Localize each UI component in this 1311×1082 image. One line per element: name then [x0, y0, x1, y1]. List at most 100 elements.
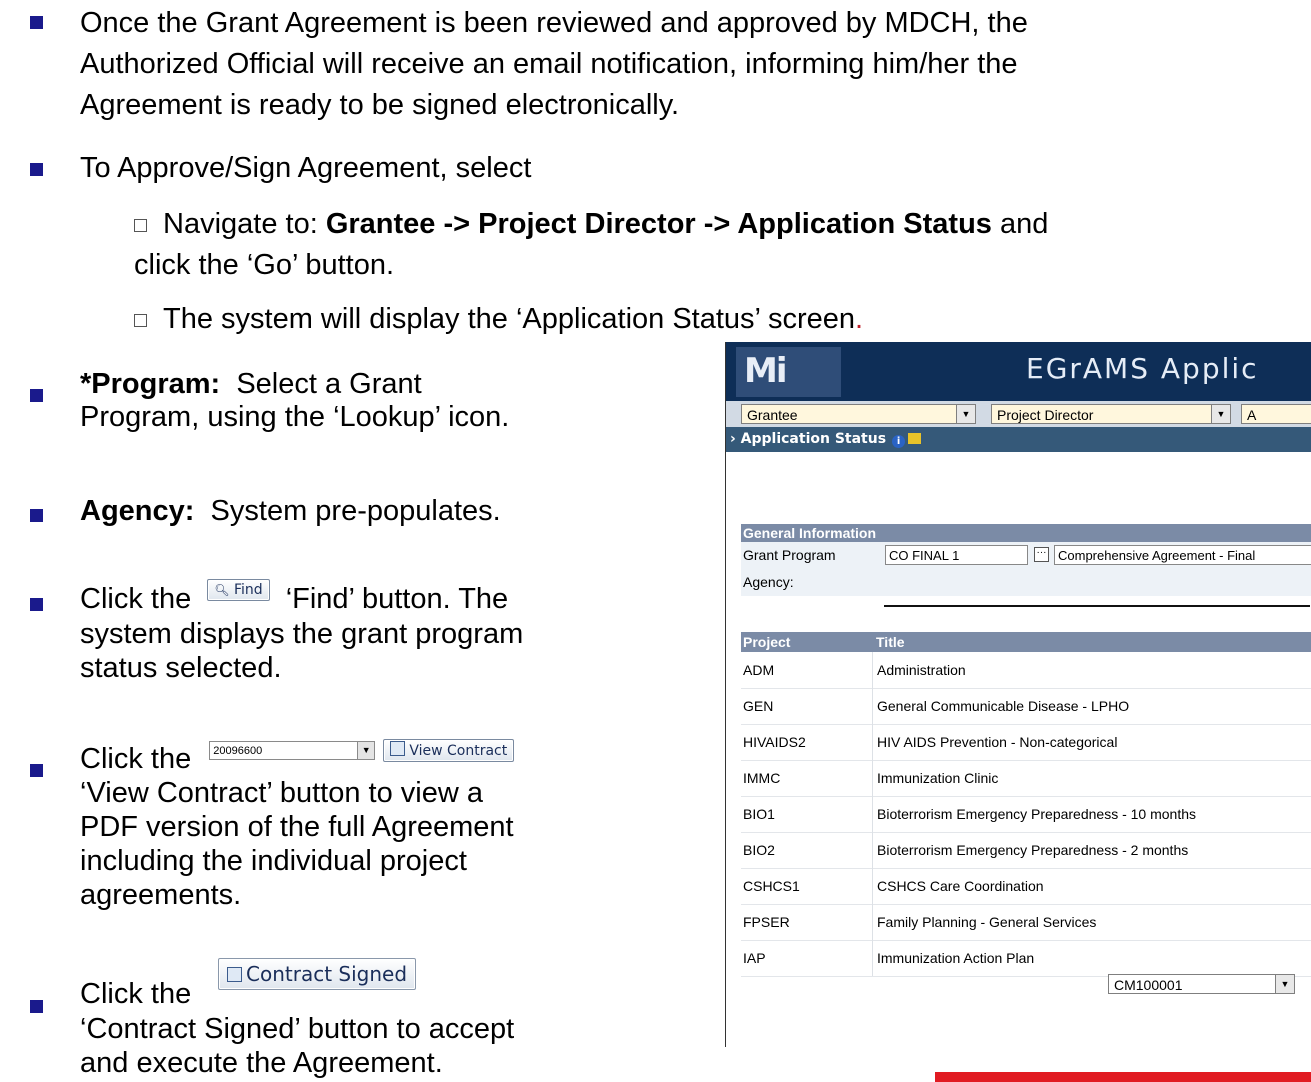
find-button[interactable]: 🔍︎ Find: [207, 579, 270, 602]
project-title: HIV AIDS Prevention - Non-categorical: [872, 724, 1117, 760]
app-title: EGrAMS Applic: [1026, 352, 1259, 385]
contract-signed-button[interactable]: Contract Signed: [218, 958, 417, 990]
program-label: *Program:: [80, 368, 221, 400]
table-row[interactable]: BIO1 Bioterrorism Emergency Preparedness …: [741, 796, 1311, 833]
chevron-down-icon: ▼: [1211, 405, 1230, 423]
project-code: IAP: [743, 950, 766, 966]
bullet-marker: [30, 16, 43, 29]
bullet-marker: [30, 1000, 43, 1013]
table-row[interactable]: GEN General Communicable Disease - LPHO: [741, 688, 1311, 725]
position-select[interactable]: Project Director ▼: [991, 404, 1231, 424]
project-code: BIO2: [743, 842, 775, 858]
grant-program-row: Grant Program CO FINAL 1 ··· Comprehensi…: [741, 542, 1311, 569]
intro-line-3: Agreement is ready to be signed electron…: [80, 89, 680, 121]
view-step-line-5: agreements.: [80, 879, 242, 911]
table-row[interactable]: HIVAIDS2 HIV AIDS Prevention - Non-catego…: [741, 724, 1311, 761]
display-text: The system will display the ‘Application…: [163, 303, 856, 335]
view-prefix: Click the: [80, 743, 192, 775]
sub-bullet-marker: [134, 314, 147, 327]
application-status-screenshot: Mi EGrAMS Applic Grantee ▼ Project Direct…: [725, 342, 1311, 1047]
approve-lead: To Approve/Sign Agreement, select: [80, 152, 532, 184]
grant-program-description: Comprehensive Agreement - Final: [1054, 545, 1311, 565]
project-code: BIO1: [743, 806, 775, 822]
projects-table-header: Project Title: [741, 632, 1311, 652]
bullet-marker: [30, 389, 43, 402]
display-instruction: The system will display the ‘Application…: [163, 300, 863, 338]
info-icon[interactable]: i: [892, 435, 906, 448]
project-title: Immunization Action Plan: [872, 940, 1034, 976]
find-step-line-1: Click the 🔍︎ Find ‘Find’ button. The: [80, 579, 508, 618]
view-contract-label: View Contract: [409, 742, 508, 759]
chevron-down-icon: ▼: [357, 741, 375, 759]
bullet-marker: [30, 163, 43, 176]
project-code: CSHCS1: [743, 878, 800, 894]
view-contract-button[interactable]: View Contract: [383, 738, 515, 762]
agency-text: System pre-populates.: [210, 495, 501, 527]
project-title: Administration: [872, 652, 966, 688]
role-selector-bar: Grantee ▼ Project Director ▼ A: [726, 401, 1311, 427]
table-row[interactable]: IMMC Immunization Clinic: [741, 760, 1311, 797]
program-step-line-2: Program, using the ‘Lookup’ icon.: [80, 401, 510, 433]
sub-bullet-marker: [134, 219, 147, 232]
intro-line-2: Authorized Official will receive an emai…: [80, 48, 1018, 80]
table-row[interactable]: ADM Administration: [741, 652, 1311, 689]
project-title: General Communicable Disease - LPHO: [872, 688, 1129, 724]
nav-prefix: Navigate to:: [163, 208, 326, 240]
grant-program-label: Grant Program: [743, 547, 836, 563]
table-row[interactable]: FPSER Family Planning - General Services: [741, 904, 1311, 941]
michigan-logo: Mi: [736, 347, 841, 397]
project-code: HIVAIDS2: [743, 734, 806, 750]
bullet-marker: [30, 764, 43, 777]
column-header-title: Title: [876, 634, 905, 650]
project-title: Immunization Clinic: [872, 760, 998, 796]
chevron-down-icon: ▼: [956, 405, 975, 423]
project-title: Family Planning - General Services: [872, 904, 1096, 940]
calendar-icon: [390, 740, 406, 756]
find-step-line-2: system displays the grant program: [80, 618, 524, 650]
intro-line-1: Once the Grant Agreement is been reviewe…: [80, 7, 1028, 39]
project-code: FPSER: [743, 914, 790, 930]
help-book-icon[interactable]: [908, 433, 922, 444]
view-step-line-1: Click the 20096600 ▼ View Contract: [80, 738, 515, 778]
contract-signed-label: Contract Signed: [246, 962, 408, 986]
project-title: CSHCS Care Coordination: [872, 868, 1044, 904]
binoculars-icon: 🔍︎: [214, 583, 230, 598]
third-select-value: A: [1247, 407, 1257, 423]
contract-number-value: 20096600: [213, 744, 263, 757]
contract-number-select[interactable]: 20096600 ▼: [209, 740, 376, 760]
nav-suffix: and: [991, 208, 1049, 240]
redaction-line: [884, 605, 1310, 607]
project-code: IMMC: [743, 770, 781, 786]
chevron-down-icon: ▼: [1275, 975, 1294, 993]
view-step-line-2: ‘View Contract’ button to view a: [80, 777, 483, 809]
table-row[interactable]: IAP Immunization Action Plan: [741, 940, 1311, 977]
grant-program-field[interactable]: CO FINAL 1: [885, 545, 1028, 565]
view-step-line-3: PDF version of the full Agreement: [80, 811, 514, 843]
breadcrumb-label: Application Status: [740, 431, 887, 447]
project-title: Bioterrorism Emergency Preparedness - 2 …: [872, 832, 1188, 868]
general-info-header: General Information: [741, 524, 1311, 542]
contract-id-value: CM100001: [1114, 977, 1183, 993]
role-select[interactable]: Grantee ▼: [741, 404, 976, 424]
table-row[interactable]: BIO2 Bioterrorism Emergency Preparedness …: [741, 832, 1311, 869]
breadcrumb: › Application Status i: [726, 427, 1311, 452]
accent-bar: [935, 1072, 1311, 1082]
table-row[interactable]: CSHCS1 CSHCS Care Coordination: [741, 868, 1311, 905]
lookup-icon[interactable]: ···: [1034, 547, 1049, 562]
view-step-line-4: including the individual project: [80, 845, 467, 877]
role-select-value: Grantee: [747, 407, 798, 423]
agency-step: Agency: System pre-populates.: [80, 492, 501, 530]
third-select[interactable]: A: [1241, 404, 1311, 424]
contract-id-select[interactable]: CM100001 ▼: [1108, 974, 1295, 994]
display-dot: .: [855, 303, 864, 335]
nav-path: Grantee -> Project Director -> Applicati…: [325, 208, 992, 240]
agency-field-label: Agency:: [743, 574, 794, 590]
position-select-value: Project Director: [997, 407, 1094, 423]
agency-label: Agency:: [80, 495, 195, 527]
signed-step-line-1: Click the: [80, 978, 192, 1010]
signed-step-line-3: and execute the Agreement.: [80, 1047, 443, 1079]
nav-instruction-line-2: click the ‘Go’ button.: [134, 249, 395, 281]
edit-icon: [227, 967, 242, 982]
project-title: Bioterrorism Emergency Preparedness - 10…: [872, 796, 1196, 832]
program-text: Select a Grant: [236, 368, 422, 400]
